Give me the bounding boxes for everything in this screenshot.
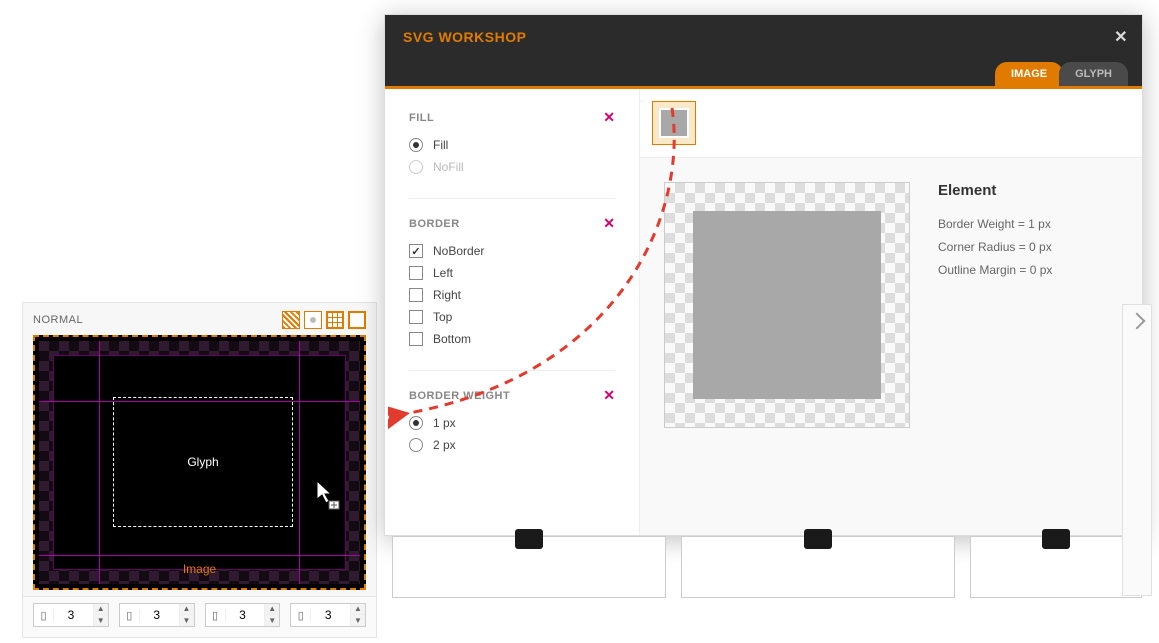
side-nav-next[interactable]	[1122, 304, 1152, 596]
check-left-input[interactable]	[409, 266, 423, 280]
color-swatch[interactable]	[652, 101, 696, 145]
close-icon[interactable]: ✕	[1114, 27, 1128, 47]
card-handle-icon[interactable]	[1042, 529, 1070, 549]
pattern-dot-button[interactable]	[304, 311, 322, 329]
stepper-up[interactable]: ▲	[265, 604, 279, 615]
pattern-hatch-button[interactable]	[282, 311, 300, 329]
pattern-grid-button[interactable]	[326, 311, 344, 329]
modal-titlebar: SVG WORKSHOP ✕	[385, 15, 1142, 59]
info-outline-margin: Outline Margin = 0 px	[938, 259, 1118, 282]
check-left[interactable]: Left	[409, 266, 615, 280]
radio-nofill: NoFill	[409, 160, 615, 174]
stepper-up[interactable]: ▲	[94, 604, 108, 615]
pattern-toolbar	[282, 311, 366, 329]
modal-tab-strip: IMAGE GLYPH	[385, 59, 1142, 89]
margin-right-stepper[interactable]: ▯ ▲▼	[119, 603, 195, 627]
options-sidebar: FILL ✕ Fill NoFill BORDER ✕	[385, 89, 640, 535]
editor-header: NORMAL	[23, 303, 376, 335]
check-top[interactable]: Top	[409, 310, 615, 324]
stepper-down[interactable]: ▼	[180, 615, 194, 626]
check-right-input[interactable]	[409, 288, 423, 302]
section-border: BORDER ✕ NoBorder Left Right Top	[409, 215, 615, 371]
margin-right-input[interactable]	[140, 608, 174, 622]
tab-image[interactable]: IMAGE	[995, 62, 1063, 86]
canvas[interactable]: Glyph Image	[33, 335, 366, 590]
margin-bottom-icon: ▯	[291, 609, 311, 622]
margin-left-stepper[interactable]: ▯ ▲▼	[33, 603, 109, 627]
radio-nofill-label: NoFill	[433, 160, 464, 174]
info-border-weight: Border Weight = 1 px	[938, 213, 1118, 236]
element-info: Element Border Weight = 1 px Corner Radi…	[938, 182, 1118, 511]
stepper-up[interactable]: ▲	[180, 604, 194, 615]
section-border-close-icon[interactable]: ✕	[603, 215, 615, 232]
editor-panel: NORMAL Glyph Image ▯ ▲▼	[22, 302, 377, 638]
check-noborder[interactable]: NoBorder	[409, 244, 615, 258]
element-preview	[664, 182, 910, 428]
stepper-up[interactable]: ▲	[351, 604, 365, 615]
check-bottom[interactable]: Bottom	[409, 332, 615, 346]
radio-fill-label: Fill	[433, 138, 448, 152]
element-info-title: Element	[938, 182, 1118, 199]
radio-2px[interactable]: 2 px	[409, 438, 615, 452]
radio-nofill-input	[409, 160, 423, 174]
preview-info-row: Element Border Weight = 1 px Corner Radi…	[640, 158, 1142, 535]
swatch-row	[640, 89, 1142, 158]
check-top-label: Top	[433, 310, 452, 324]
radio-fill-input[interactable]	[409, 138, 423, 152]
under-card-3[interactable]	[970, 536, 1142, 598]
check-top-input[interactable]	[409, 310, 423, 324]
info-corner-radius: Corner Radius = 0 px	[938, 236, 1118, 259]
radio-1px[interactable]: 1 px	[409, 416, 615, 430]
modal-title: SVG WORKSHOP	[403, 29, 526, 45]
check-right[interactable]: Right	[409, 288, 615, 302]
glyph-region[interactable]: Glyph	[113, 397, 293, 527]
image-label: Image	[183, 562, 216, 576]
radio-1px-label: 1 px	[433, 416, 456, 430]
tab-glyph[interactable]: GLYPH	[1059, 62, 1128, 86]
margin-bottom-input[interactable]	[311, 608, 345, 622]
check-bottom-label: Bottom	[433, 332, 471, 346]
card-handle-icon[interactable]	[515, 529, 543, 549]
svg-workshop-modal: SVG WORKSHOP ✕ IMAGE GLYPH FILL ✕ Fill	[384, 14, 1143, 536]
modal-main: Element Border Weight = 1 px Corner Radi…	[640, 89, 1142, 535]
margin-bottom-stepper[interactable]: ▯ ▲▼	[290, 603, 366, 627]
section-border-weight-title: BORDER WEIGHT	[409, 390, 510, 402]
margin-left-icon: ▯	[34, 609, 54, 622]
card-handle-icon[interactable]	[804, 529, 832, 549]
preview-state-label: NORMAL	[33, 314, 83, 326]
radio-2px-input[interactable]	[409, 438, 423, 452]
margin-top-icon: ▯	[206, 609, 226, 622]
section-fill-title: FILL	[409, 112, 434, 124]
section-border-weight-close-icon[interactable]: ✕	[603, 387, 615, 404]
check-bottom-input[interactable]	[409, 332, 423, 346]
under-card-1[interactable]	[392, 536, 666, 598]
under-card-2[interactable]	[681, 536, 955, 598]
section-fill: FILL ✕ Fill NoFill	[409, 109, 615, 199]
check-noborder-label: NoBorder	[433, 244, 484, 258]
radio-fill[interactable]: Fill	[409, 138, 615, 152]
margin-top-input[interactable]	[226, 608, 260, 622]
margin-left-input[interactable]	[54, 608, 88, 622]
check-noborder-input[interactable]	[409, 244, 423, 258]
section-border-title: BORDER	[409, 218, 460, 230]
check-left-label: Left	[433, 266, 453, 280]
radio-2px-label: 2 px	[433, 438, 456, 452]
glyph-label: Glyph	[187, 455, 218, 469]
section-fill-close-icon[interactable]: ✕	[603, 109, 615, 126]
pattern-outline-button[interactable]	[348, 311, 366, 329]
stepper-down[interactable]: ▼	[265, 615, 279, 626]
section-border-weight: BORDER WEIGHT ✕ 1 px 2 px	[409, 387, 615, 476]
check-right-label: Right	[433, 288, 461, 302]
stepper-down[interactable]: ▼	[351, 615, 365, 626]
editor-footer: ▯ ▲▼ ▯ ▲▼ ▯ ▲▼ ▯ ▲▼	[23, 596, 376, 637]
margin-top-stepper[interactable]: ▯ ▲▼	[205, 603, 281, 627]
margin-right-icon: ▯	[120, 609, 140, 622]
stepper-down[interactable]: ▼	[94, 615, 108, 626]
radio-1px-input[interactable]	[409, 416, 423, 430]
